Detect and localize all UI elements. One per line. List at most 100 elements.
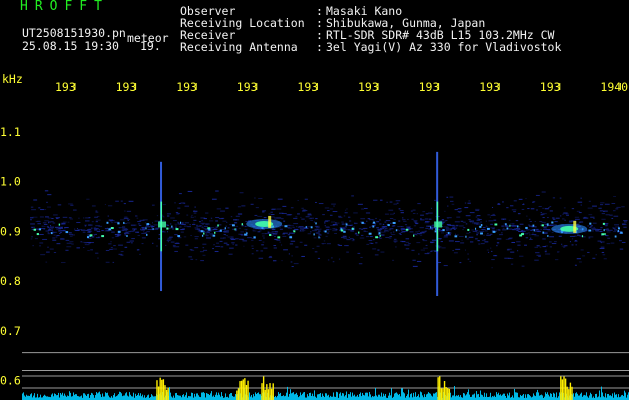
baseline-bar: [583, 395, 584, 400]
noise-dot: [521, 265, 525, 267]
noise-dot: [129, 240, 134, 242]
noise-dot: [131, 238, 135, 240]
noise-dot: [199, 251, 204, 253]
noise-dot: [95, 219, 101, 221]
noise-dot: [460, 220, 464, 222]
burst-bar: [262, 376, 265, 400]
noise-dot: [496, 245, 498, 247]
noise-dot: [534, 259, 539, 261]
noise-dot: [559, 197, 562, 199]
noise-dot: [326, 243, 331, 245]
noise-dot: [510, 251, 515, 253]
noise-dot: [174, 250, 178, 252]
noise-dot: [281, 260, 283, 262]
burst-bar: [440, 388, 443, 400]
baseline-bar: [550, 393, 551, 400]
noise-dot: [443, 265, 448, 267]
noise-dot: [238, 227, 242, 229]
noise-dot: [504, 257, 509, 259]
noise-dot: [577, 201, 583, 203]
noise-dot: [53, 234, 56, 236]
baseline-bar: [282, 395, 283, 400]
noise-dot: [598, 207, 602, 209]
signal-dot: [542, 231, 545, 234]
baseline-bar: [114, 393, 115, 400]
baseline-bar: [344, 396, 345, 400]
noise-dot: [587, 225, 590, 227]
baseline-bar: [539, 395, 540, 400]
noise-dot: [175, 226, 177, 228]
noise-dot: [316, 232, 320, 234]
noise-dot: [487, 214, 490, 216]
noise-dot: [526, 215, 528, 217]
noise-dot: [124, 246, 128, 248]
noise-dot: [257, 215, 263, 217]
noise-dot: [310, 220, 314, 222]
baseline-bar: [422, 395, 423, 400]
burst-bar: [161, 379, 163, 400]
noise-dot: [123, 217, 129, 219]
noise-dot: [176, 213, 180, 215]
baseline-bar: [105, 392, 106, 400]
noise-dot: [461, 239, 463, 241]
noise-dot: [482, 227, 486, 229]
noise-dot: [61, 230, 66, 232]
baseline-bar: [46, 396, 47, 400]
noise-dot: [286, 214, 291, 216]
noise-dot: [623, 221, 627, 223]
noise-dot: [137, 223, 141, 225]
noise-dot: [561, 218, 565, 220]
noise-dot: [608, 229, 613, 231]
noise-dot: [490, 227, 495, 229]
noise-dot: [538, 255, 541, 257]
baseline-bar: [497, 394, 498, 400]
noise-dot: [590, 216, 595, 218]
noise-dot: [235, 244, 238, 246]
noise-dot: [511, 225, 513, 227]
noise-dot: [272, 260, 277, 262]
noise-dot: [105, 261, 110, 263]
noise-dot: [327, 259, 330, 261]
noise-dot: [445, 229, 449, 231]
noise-dot: [460, 242, 465, 244]
noise-dot: [418, 230, 420, 232]
burst-bar: [157, 386, 160, 400]
signal-dot: [324, 230, 327, 233]
noise-dot: [231, 242, 235, 244]
noise-dot: [289, 225, 294, 227]
noise-dot: [41, 225, 44, 227]
noise-dot: [314, 225, 320, 227]
noise-dot: [201, 223, 204, 225]
noise-dot: [321, 243, 327, 245]
noise-dot: [439, 238, 442, 240]
noise-dot: [439, 220, 443, 222]
baseline-bar: [548, 394, 549, 400]
noise-dot: [181, 222, 184, 224]
noise-dot: [126, 210, 132, 212]
noise-dot: [30, 219, 32, 221]
noise-dot: [290, 261, 293, 263]
noise-dot: [623, 220, 628, 222]
baseline-bar: [406, 395, 407, 400]
noise-dot: [324, 220, 329, 222]
baseline-bar: [330, 395, 331, 400]
noise-dot: [367, 218, 371, 220]
baseline-bar: [40, 394, 41, 400]
baseline-bar: [559, 392, 560, 400]
noise-dot: [568, 221, 573, 223]
meteor-head: [434, 221, 443, 228]
noise-dot: [194, 238, 198, 240]
noise-dot: [172, 244, 176, 246]
noise-dot: [90, 224, 93, 226]
baseline-bar: [100, 394, 101, 400]
noise-dot: [299, 230, 301, 232]
signal-dot: [486, 227, 490, 230]
baseline-bar: [575, 393, 576, 400]
burst-bar: [159, 377, 161, 400]
baseline-bar: [218, 392, 219, 400]
noise-dot: [447, 233, 451, 235]
noise-dot: [510, 263, 514, 265]
baseline-bar: [201, 392, 202, 400]
noise-dot: [287, 227, 292, 229]
noise-dot: [465, 215, 471, 217]
